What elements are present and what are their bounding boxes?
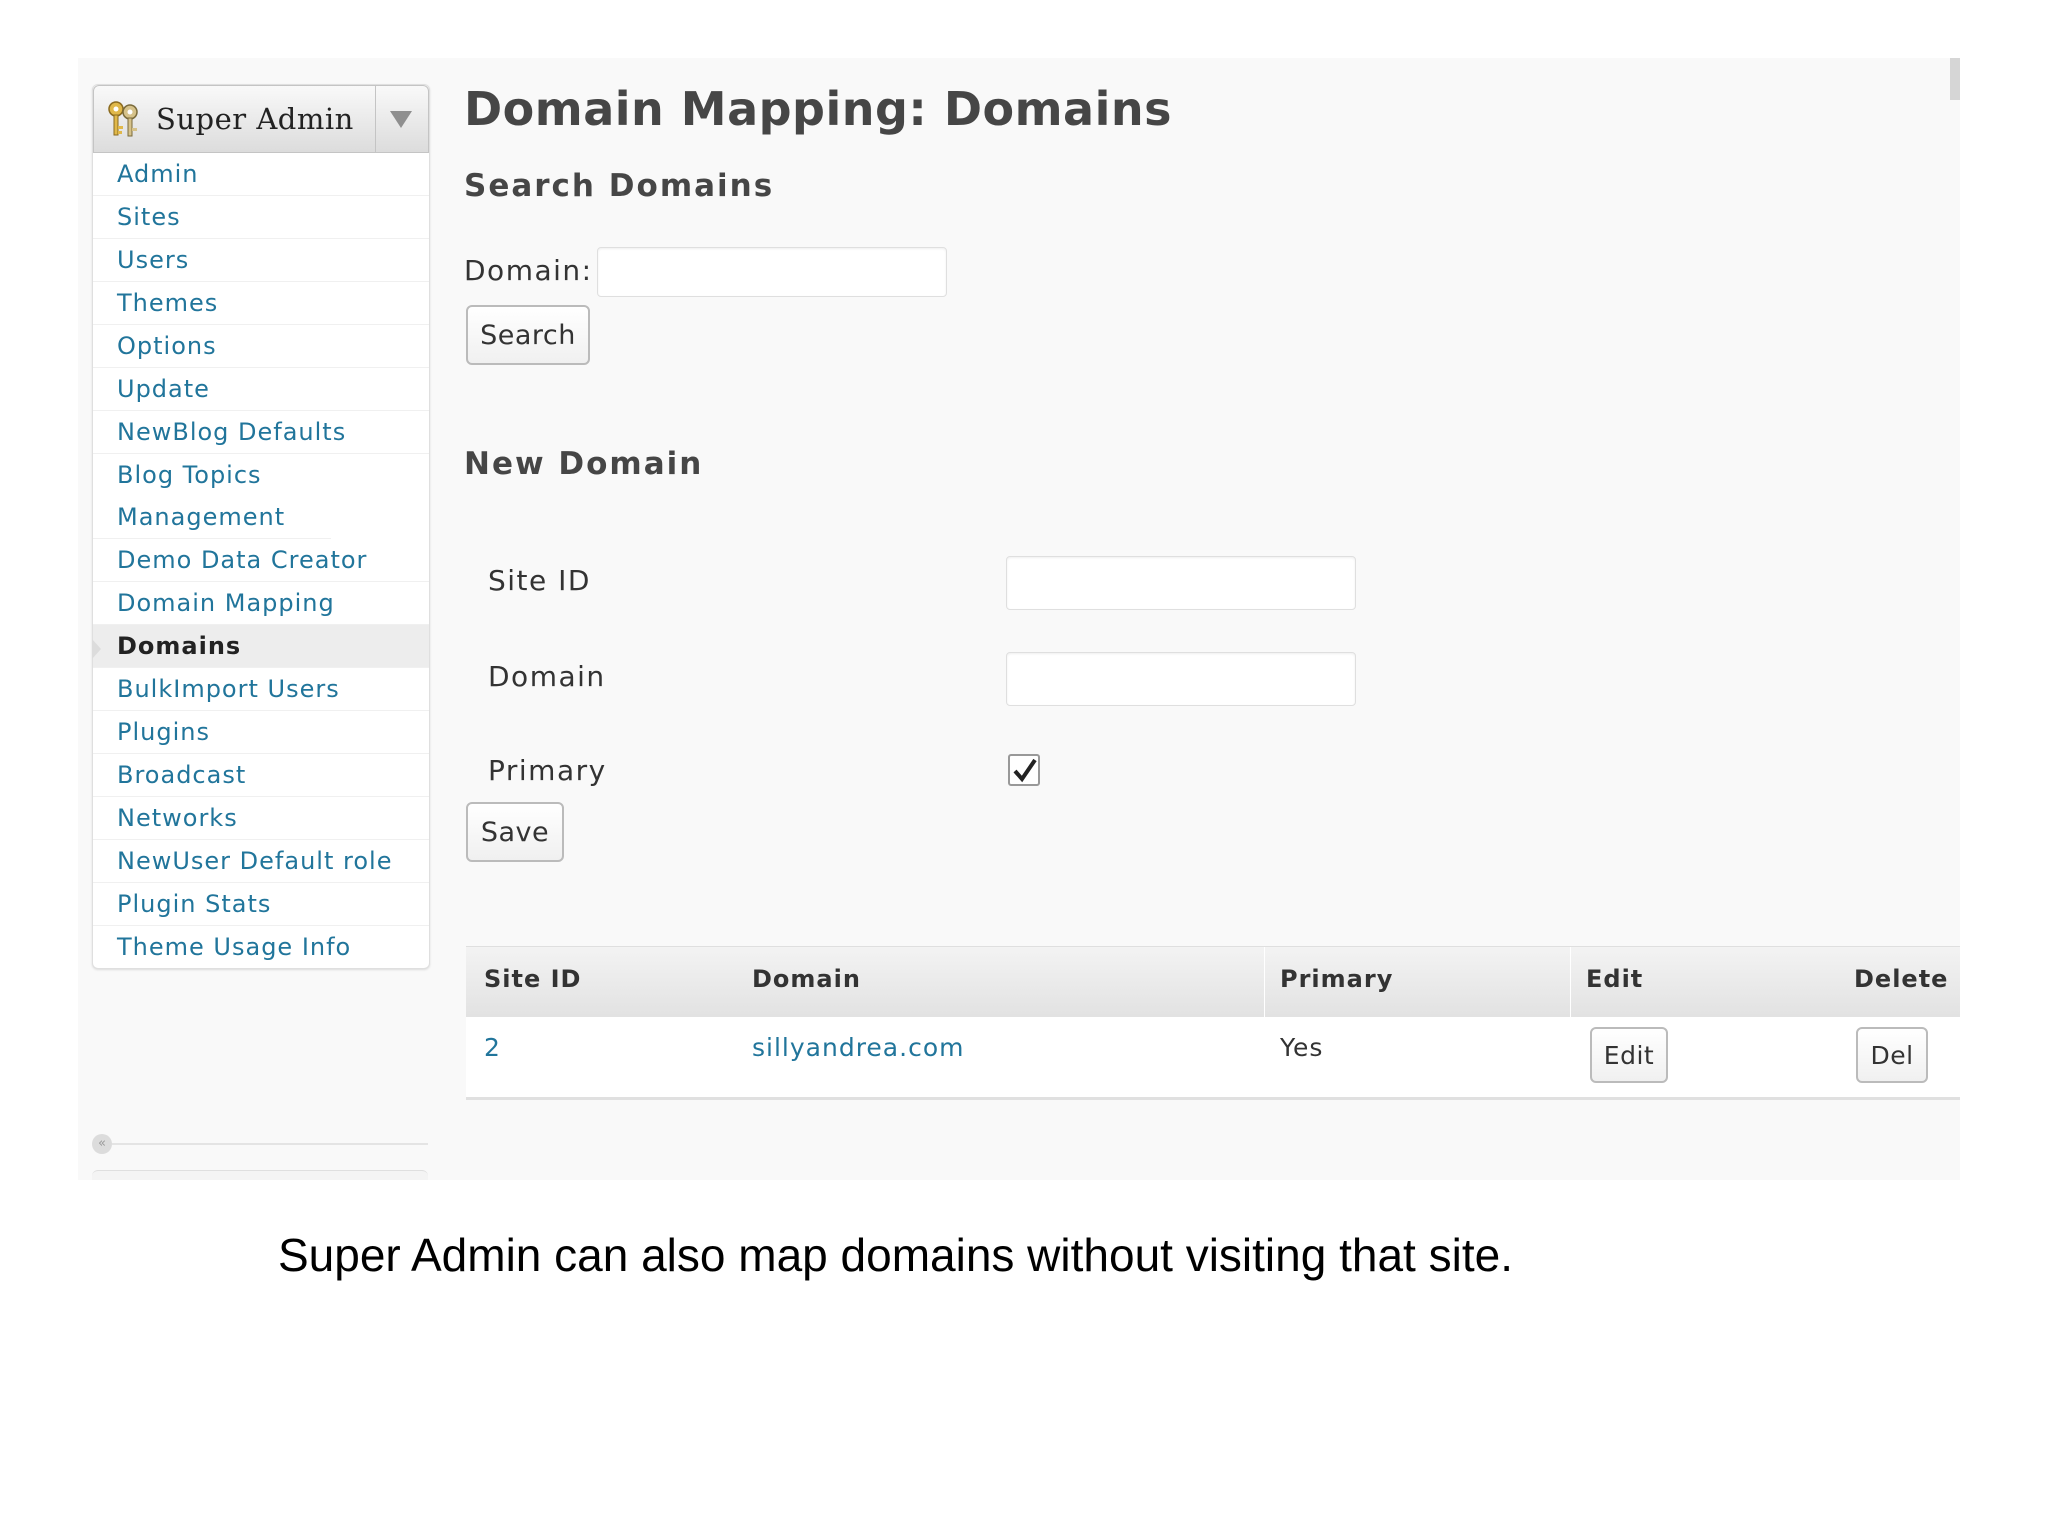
site-id-label: Site ID bbox=[488, 564, 591, 597]
sidebar-item-themes[interactable]: Themes bbox=[93, 282, 429, 325]
collapse-divider bbox=[112, 1143, 428, 1145]
page-title: Domain Mapping: Domains bbox=[464, 82, 1172, 136]
column-header-edit: Edit bbox=[1586, 965, 1644, 993]
column-header-site-id: Site ID bbox=[484, 965, 582, 993]
keys-icon bbox=[108, 101, 138, 137]
scrollbar-thumb[interactable] bbox=[1950, 58, 1960, 100]
sidebar-item-broadcast[interactable]: Broadcast bbox=[93, 754, 429, 797]
sidebar-item-newuser-default-role[interactable]: NewUser Default role bbox=[93, 840, 429, 883]
super-admin-menu-header[interactable]: Super Admin bbox=[93, 85, 429, 153]
sidebar-item-newblog-defaults[interactable]: NewBlog Defaults bbox=[93, 411, 429, 454]
domain-input[interactable] bbox=[1006, 652, 1356, 706]
sidebar-item-theme-usage-info[interactable]: Theme Usage Info bbox=[93, 926, 429, 968]
checkmark-icon bbox=[1013, 758, 1037, 783]
domains-table: Site ID Domain Primary Edit Delete 2 sil… bbox=[466, 946, 1960, 1100]
sidebar-item-blog-topics-management[interactable]: Blog Topics Management bbox=[93, 454, 331, 539]
search-button[interactable]: Search bbox=[466, 305, 590, 365]
row-primary-value: Yes bbox=[1280, 1033, 1324, 1062]
search-domain-input[interactable] bbox=[597, 247, 947, 297]
row-site-id-link[interactable]: 2 bbox=[484, 1033, 501, 1062]
sidebar-item-networks[interactable]: Networks bbox=[93, 797, 429, 840]
menu-toggle-button[interactable] bbox=[375, 86, 428, 152]
primary-label: Primary bbox=[488, 754, 607, 787]
domain-label: Domain bbox=[488, 660, 606, 693]
sidebar-item-update[interactable]: Update bbox=[93, 368, 429, 411]
search-domain-label: Domain: bbox=[464, 254, 593, 287]
sidebar-item-plugins[interactable]: Plugins bbox=[93, 711, 429, 754]
collapse-arrow-icon[interactable]: « bbox=[92, 1134, 112, 1154]
sidebar-item-sites[interactable]: Sites bbox=[93, 196, 429, 239]
sidebar-item-domain-mapping[interactable]: Domain Mapping bbox=[93, 582, 429, 625]
primary-checkbox[interactable] bbox=[1008, 754, 1040, 786]
row-domain-link[interactable]: sillyandrea.com bbox=[752, 1033, 964, 1062]
sidebar-item-domains[interactable]: Domains bbox=[92, 625, 429, 668]
delete-button[interactable]: Del bbox=[1856, 1027, 1928, 1083]
column-header-domain: Domain bbox=[752, 965, 861, 993]
sidebar-item-options[interactable]: Options bbox=[93, 325, 429, 368]
sidebar-item-plugin-stats[interactable]: Plugin Stats bbox=[93, 883, 429, 926]
sidebar-item-admin[interactable]: Admin bbox=[93, 153, 429, 196]
edit-button[interactable]: Edit bbox=[1590, 1027, 1668, 1083]
new-domain-heading: New Domain bbox=[464, 446, 704, 482]
column-separator bbox=[1570, 947, 1571, 1017]
sidebar-item-bulkimport-users[interactable]: BulkImport Users bbox=[93, 668, 429, 711]
sidebar-item-users[interactable]: Users bbox=[93, 239, 429, 282]
chevron-down-icon bbox=[390, 111, 412, 128]
sidebar-item-demo-data-creator[interactable]: Demo Data Creator bbox=[93, 539, 429, 582]
sidebar-menu: Admin Sites Users Themes Options Update … bbox=[92, 153, 429, 968]
save-button[interactable]: Save bbox=[466, 802, 564, 862]
sidebar-next-menu-edge bbox=[92, 1170, 428, 1180]
search-domains-heading: Search Domains bbox=[464, 168, 775, 204]
admin-sidebar: Super Admin Admin Sites Users Themes Opt… bbox=[92, 84, 430, 969]
slide-caption: Super Admin can also map domains without… bbox=[278, 1229, 1513, 1281]
table-header-row: Site ID Domain Primary Edit Delete bbox=[466, 947, 1960, 1017]
column-header-delete: Delete bbox=[1854, 965, 1949, 993]
site-id-input[interactable] bbox=[1006, 556, 1356, 610]
column-header-primary: Primary bbox=[1280, 965, 1394, 993]
column-separator bbox=[1264, 947, 1265, 1017]
super-admin-title: Super Admin bbox=[156, 102, 354, 136]
admin-screen: Super Admin Admin Sites Users Themes Opt… bbox=[78, 58, 1960, 1180]
collapse-menu[interactable]: « bbox=[92, 1132, 428, 1156]
